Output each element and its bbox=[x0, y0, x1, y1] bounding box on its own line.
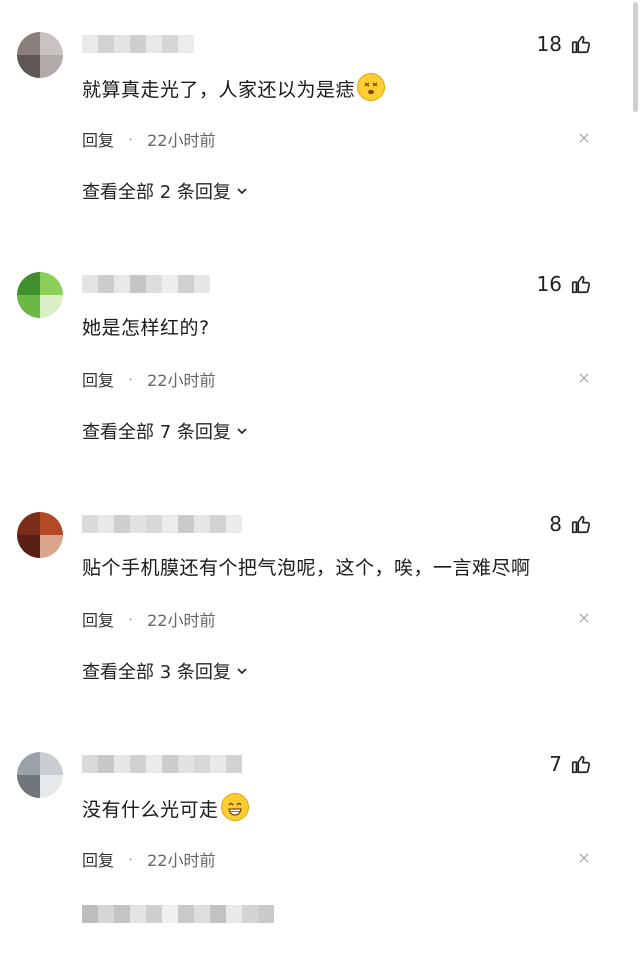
comment-text: 贴个手机膜还有个把气泡呢，这个，唉，一言难尽啊 bbox=[82, 557, 531, 579]
comment-meta: 回复 · 22小时前 bbox=[82, 847, 215, 871]
view-all-replies-button[interactable]: 查看全部 3 条回复 bbox=[82, 658, 249, 684]
scrollbar[interactable] bbox=[633, 2, 638, 112]
close-icon[interactable] bbox=[578, 372, 590, 384]
separator-dot: · bbox=[128, 609, 134, 629]
comment-text-content: 没有什么光可走 bbox=[82, 799, 219, 821]
thumbs-up-icon[interactable] bbox=[570, 513, 592, 535]
username-blurred[interactable] bbox=[82, 35, 194, 53]
like-count: 16 bbox=[536, 272, 562, 296]
view-replies-label: 查看全部 2 条回复 bbox=[82, 182, 231, 203]
timestamp: 22小时前 bbox=[147, 851, 216, 870]
like-area[interactable]: 8 bbox=[549, 510, 592, 538]
username-blurred[interactable] bbox=[82, 755, 242, 773]
like-count: 7 bbox=[549, 752, 562, 776]
separator-dot: · bbox=[128, 849, 134, 869]
comment-text-content: 就算真走光了，人家还以为是痣 bbox=[82, 79, 356, 101]
like-count: 18 bbox=[536, 32, 562, 56]
reply-button[interactable]: 回复 bbox=[82, 607, 114, 631]
chevron-down-icon bbox=[237, 428, 247, 435]
like-area[interactable]: 16 bbox=[537, 270, 592, 298]
comment-item: 7 没有什么光可走 回复 · 22小时前 bbox=[0, 720, 640, 960]
comment-item: 18 就算真走光了，人家还以为是痣 回复 · 22小时前 查看全部 2 条回复 bbox=[0, 0, 640, 240]
timestamp: 22小时前 bbox=[147, 611, 216, 630]
comment-meta: 回复 · 22小时前 bbox=[82, 367, 215, 391]
view-replies-label: 查看全部 3 条回复 bbox=[82, 662, 231, 683]
timestamp: 22小时前 bbox=[147, 371, 216, 390]
separator-dot: · bbox=[128, 129, 134, 149]
comment-text: 就算真走光了，人家还以为是痣 bbox=[82, 73, 386, 102]
reply-button[interactable]: 回复 bbox=[82, 127, 114, 151]
comment-item: 16 她是怎样红的? 回复 · 22小时前 查看全部 7 条回复 bbox=[0, 240, 640, 480]
close-icon[interactable] bbox=[578, 612, 590, 624]
reply-button[interactable]: 回复 bbox=[82, 847, 114, 871]
comment-meta: 回复 · 22小时前 bbox=[82, 127, 215, 151]
thumbs-up-icon[interactable] bbox=[570, 753, 592, 775]
thumbs-up-icon[interactable] bbox=[570, 33, 592, 55]
next-comment-username-blurred bbox=[82, 905, 274, 923]
close-icon[interactable] bbox=[578, 852, 590, 864]
reply-button[interactable]: 回复 bbox=[82, 367, 114, 391]
view-replies-label: 查看全部 7 条回复 bbox=[82, 422, 231, 443]
timestamp: 22小时前 bbox=[147, 131, 216, 150]
avatar[interactable] bbox=[17, 272, 63, 318]
dizzy-face-emoji-icon bbox=[357, 73, 386, 101]
comment-text: 她是怎样红的? bbox=[82, 317, 210, 339]
comment-item: 8 贴个手机膜还有个把气泡呢，这个，唉，一言难尽啊 回复 · 22小时前 查看全… bbox=[0, 480, 640, 720]
like-area[interactable]: 7 bbox=[549, 750, 592, 778]
close-icon[interactable] bbox=[578, 132, 590, 144]
chevron-down-icon bbox=[237, 668, 247, 675]
grinning-face-emoji-icon bbox=[220, 793, 249, 821]
like-count: 8 bbox=[549, 512, 562, 536]
comment-meta: 回复 · 22小时前 bbox=[82, 607, 215, 631]
username-blurred[interactable] bbox=[82, 515, 242, 533]
view-all-replies-button[interactable]: 查看全部 7 条回复 bbox=[82, 418, 249, 444]
thumbs-up-icon[interactable] bbox=[570, 273, 592, 295]
avatar[interactable] bbox=[17, 752, 63, 798]
comment-text: 没有什么光可走 bbox=[82, 793, 249, 822]
like-area[interactable]: 18 bbox=[537, 30, 592, 58]
avatar[interactable] bbox=[17, 512, 63, 558]
chevron-down-icon bbox=[237, 188, 247, 195]
avatar[interactable] bbox=[17, 32, 63, 78]
view-all-replies-button[interactable]: 查看全部 2 条回复 bbox=[82, 178, 249, 204]
username-blurred[interactable] bbox=[82, 275, 210, 293]
separator-dot: · bbox=[128, 369, 134, 389]
